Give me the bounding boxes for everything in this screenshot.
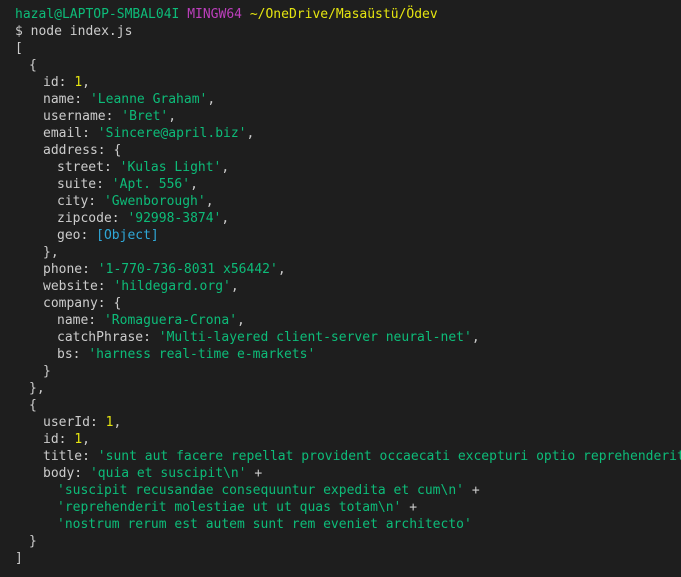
number-value: 1 bbox=[74, 75, 83, 90]
output-line: { bbox=[15, 57, 681, 74]
array-close: ] bbox=[15, 551, 23, 566]
output-line: title: 'sunt aut facere repellat provide… bbox=[15, 448, 681, 465]
string-value: 'suscipit recusandae consequuntur expedi… bbox=[57, 483, 464, 498]
output-line: 'nostrum rerum est autem sunt rem evenie… bbox=[15, 516, 681, 533]
string-value: 'Multi-layered client-server neural-net' bbox=[158, 330, 472, 345]
key: catchPhrase: bbox=[57, 330, 159, 345]
output-line: ] bbox=[15, 550, 681, 567]
key: username: bbox=[43, 109, 122, 124]
output-line: street: 'Kulas Light', bbox=[57, 160, 230, 175]
output-line: address: { bbox=[15, 142, 681, 159]
key: userId: bbox=[43, 415, 106, 430]
key: suite: bbox=[57, 177, 112, 192]
command-text: $ node index.js bbox=[15, 24, 133, 39]
output-line: } bbox=[15, 363, 681, 380]
string-value: '92998-3874' bbox=[127, 211, 222, 226]
key: bs: bbox=[57, 347, 89, 362]
key: name: bbox=[43, 92, 90, 107]
concat-operator: + bbox=[464, 483, 480, 498]
object-close: } bbox=[43, 364, 51, 379]
key: body: bbox=[43, 466, 90, 481]
terminal-window[interactable]: hazal@LAPTOP-SMBAL04I MINGW64 ~/OneDrive… bbox=[0, 0, 681, 577]
string-value: 'Bret' bbox=[121, 109, 169, 124]
output-line: }, bbox=[15, 380, 681, 397]
key: email: bbox=[43, 126, 98, 141]
prompt-path: ~/OneDrive/Masaüstü/Ödev bbox=[249, 7, 438, 22]
output-line: bs: 'harness real-time e-markets' bbox=[15, 346, 681, 363]
string-value: 'sunt aut facere repellat provident occa… bbox=[97, 449, 681, 464]
output-line: name: 'Leanne Graham', bbox=[43, 92, 216, 107]
output-line: geo: [Object] bbox=[15, 227, 681, 244]
output-line: body: 'quia et suscipit\n' + bbox=[15, 465, 681, 482]
output-line: company: { bbox=[15, 295, 681, 312]
output-line: id: 1, bbox=[43, 75, 90, 90]
object-close: } bbox=[29, 534, 37, 549]
key: phone: bbox=[43, 262, 98, 277]
array-open: [ bbox=[15, 41, 23, 56]
concat-operator: + bbox=[246, 466, 263, 481]
object-close: }, bbox=[29, 381, 45, 396]
output-line: 'reprehenderit molestiae ut ut quas tota… bbox=[15, 499, 681, 516]
prompt-system: MINGW64 bbox=[187, 7, 242, 22]
prompt-line: hazal@LAPTOP-SMBAL04I MINGW64 ~/OneDrive… bbox=[15, 6, 681, 23]
string-value: 'Kulas Light' bbox=[119, 160, 222, 175]
string-value: 'Apt. 556' bbox=[111, 177, 191, 192]
string-value: '1-770-736-8031 x56442' bbox=[97, 262, 278, 277]
key: city: bbox=[57, 194, 104, 209]
concat-operator: + bbox=[401, 500, 418, 515]
string-value: 'reprehenderit molestiae ut ut quas tota… bbox=[57, 500, 402, 515]
key: zipcode: bbox=[57, 211, 128, 226]
output-line: [ bbox=[15, 40, 681, 57]
key: id: bbox=[43, 432, 75, 447]
key: address: { bbox=[43, 143, 122, 158]
string-value: 'nostrum rerum est autem sunt rem evenie… bbox=[57, 517, 472, 532]
output-line: } bbox=[15, 533, 681, 550]
key: website: bbox=[43, 279, 114, 294]
output-line: zipcode: '92998-3874', bbox=[57, 211, 230, 226]
key: name: bbox=[57, 313, 104, 328]
string-value: 'Gwenborough' bbox=[103, 194, 206, 209]
output-line: website: 'hildegard.org', bbox=[43, 279, 239, 294]
object-open: { bbox=[29, 398, 37, 413]
output-line: suite: 'Apt. 556', bbox=[57, 177, 198, 192]
object-ref-value: [Object] bbox=[96, 228, 159, 243]
key: company: { bbox=[43, 296, 122, 311]
key: id: bbox=[43, 75, 75, 90]
string-value: 'Leanne Graham' bbox=[89, 92, 208, 107]
output-line: phone: '1-770-736-8031 x56442', bbox=[43, 262, 286, 277]
object-open: { bbox=[29, 58, 37, 73]
output-line: name: 'Romaguera-Crona', bbox=[57, 313, 245, 328]
number-value: 1 bbox=[74, 432, 83, 447]
prompt-user-host: hazal@LAPTOP-SMBAL04I bbox=[15, 7, 180, 22]
key: street: bbox=[57, 160, 120, 175]
string-value: 'Sincere@april.biz' bbox=[97, 126, 247, 141]
output-line: id: 1, bbox=[43, 432, 90, 447]
output-line: username: 'Bret', bbox=[43, 109, 177, 124]
output-line: email: 'Sincere@april.biz', bbox=[43, 126, 255, 141]
key: geo: bbox=[57, 228, 97, 243]
output-line: }, bbox=[15, 244, 681, 261]
string-value: 'harness real-time e-markets' bbox=[88, 347, 316, 362]
object-close: }, bbox=[43, 245, 59, 260]
string-value: 'Romaguera-Crona' bbox=[103, 313, 238, 328]
output-line: 'suscipit recusandae consequuntur expedi… bbox=[15, 482, 681, 499]
string-value: 'hildegard.org' bbox=[113, 279, 231, 294]
string-value: 'quia et suscipit\n' bbox=[89, 466, 247, 481]
command-line: $ node index.js bbox=[15, 23, 681, 40]
output-line: userId: 1, bbox=[43, 415, 122, 430]
output-line: { bbox=[15, 397, 681, 414]
output-line: city: 'Gwenborough', bbox=[57, 194, 214, 209]
key: title: bbox=[43, 449, 98, 464]
number-value: 1 bbox=[105, 415, 114, 430]
output-line: catchPhrase: 'Multi-layered client-serve… bbox=[57, 330, 480, 345]
